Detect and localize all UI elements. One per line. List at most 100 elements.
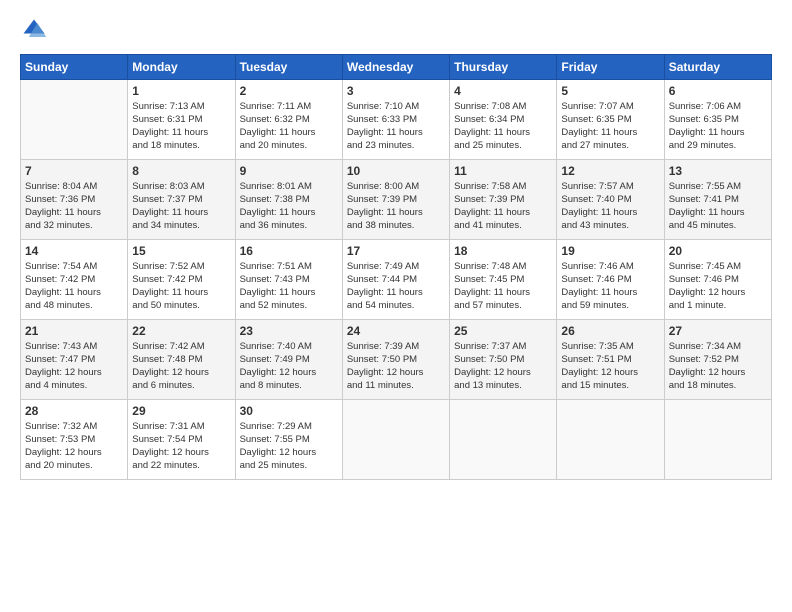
calendar-cell: 18 Sunrise: 7:48 AM Sunset: 7:45 PM Dayli… bbox=[450, 240, 557, 320]
day-info: Sunrise: 7:34 AM Sunset: 7:52 PM Dayligh… bbox=[669, 341, 767, 392]
day-number: 5 bbox=[561, 83, 659, 99]
calendar-cell: 29 Sunrise: 7:31 AM Sunset: 7:54 PM Dayli… bbox=[128, 400, 235, 480]
day-number: 19 bbox=[561, 243, 659, 259]
day-info: Sunrise: 7:37 AM Sunset: 7:50 PM Dayligh… bbox=[454, 341, 552, 392]
day-info: Sunrise: 7:43 AM Sunset: 7:47 PM Dayligh… bbox=[25, 341, 123, 392]
weekday-header: Thursday bbox=[450, 55, 557, 80]
day-info: Sunrise: 7:11 AM Sunset: 6:32 PM Dayligh… bbox=[240, 101, 338, 152]
day-number: 6 bbox=[669, 83, 767, 99]
day-number: 13 bbox=[669, 163, 767, 179]
day-number: 14 bbox=[25, 243, 123, 259]
calendar-week-row: 21 Sunrise: 7:43 AM Sunset: 7:47 PM Dayli… bbox=[21, 320, 772, 400]
calendar-cell: 11 Sunrise: 7:58 AM Sunset: 7:39 PM Dayli… bbox=[450, 160, 557, 240]
calendar-week-row: 1 Sunrise: 7:13 AM Sunset: 6:31 PM Daylig… bbox=[21, 80, 772, 160]
day-info: Sunrise: 7:13 AM Sunset: 6:31 PM Dayligh… bbox=[132, 101, 230, 152]
day-info: Sunrise: 8:03 AM Sunset: 7:37 PM Dayligh… bbox=[132, 181, 230, 232]
day-info: Sunrise: 7:45 AM Sunset: 7:46 PM Dayligh… bbox=[669, 261, 767, 312]
calendar-cell: 26 Sunrise: 7:35 AM Sunset: 7:51 PM Dayli… bbox=[557, 320, 664, 400]
calendar-cell: 3Sunrise: 7:10 AM Sunset: 6:33 PM Daylig… bbox=[342, 80, 449, 160]
day-number: 17 bbox=[347, 243, 445, 259]
calendar-cell: 27Sunrise: 7:34 AM Sunset: 7:52 PM Dayli… bbox=[664, 320, 771, 400]
weekday-header-row: SundayMondayTuesdayWednesdayThursdayFrid… bbox=[21, 55, 772, 80]
page-header bbox=[20, 16, 772, 44]
day-info: Sunrise: 7:55 AM Sunset: 7:41 PM Dayligh… bbox=[669, 181, 767, 232]
day-info: Sunrise: 8:01 AM Sunset: 7:38 PM Dayligh… bbox=[240, 181, 338, 232]
calendar-cell: 28 Sunrise: 7:32 AM Sunset: 7:53 PM Dayli… bbox=[21, 400, 128, 480]
day-number: 7 bbox=[25, 163, 123, 179]
day-info: Sunrise: 8:00 AM Sunset: 7:39 PM Dayligh… bbox=[347, 181, 445, 232]
calendar-cell: 16 Sunrise: 7:51 AM Sunset: 7:43 PM Dayli… bbox=[235, 240, 342, 320]
day-number: 18 bbox=[454, 243, 552, 259]
calendar-cell: 8 Sunrise: 8:03 AM Sunset: 7:37 PM Daylig… bbox=[128, 160, 235, 240]
calendar-cell: 23 Sunrise: 7:40 AM Sunset: 7:49 PM Dayli… bbox=[235, 320, 342, 400]
day-number: 4 bbox=[454, 83, 552, 99]
calendar-cell: 25 Sunrise: 7:37 AM Sunset: 7:50 PM Dayli… bbox=[450, 320, 557, 400]
day-number: 23 bbox=[240, 323, 338, 339]
day-info: Sunrise: 7:07 AM Sunset: 6:35 PM Dayligh… bbox=[561, 101, 659, 152]
day-number: 24 bbox=[347, 323, 445, 339]
day-number: 10 bbox=[347, 163, 445, 179]
day-info: Sunrise: 7:10 AM Sunset: 6:33 PM Dayligh… bbox=[347, 101, 445, 152]
calendar-body: 1 Sunrise: 7:13 AM Sunset: 6:31 PM Daylig… bbox=[21, 80, 772, 480]
calendar-cell: 15 Sunrise: 7:52 AM Sunset: 7:42 PM Dayli… bbox=[128, 240, 235, 320]
day-number: 8 bbox=[132, 163, 230, 179]
day-number: 16 bbox=[240, 243, 338, 259]
calendar-cell: 13 Sunrise: 7:55 AM Sunset: 7:41 PM Dayli… bbox=[664, 160, 771, 240]
calendar-cell: 6 Sunrise: 7:06 AM Sunset: 6:35 PM Daylig… bbox=[664, 80, 771, 160]
day-info: Sunrise: 7:46 AM Sunset: 7:46 PM Dayligh… bbox=[561, 261, 659, 312]
day-info: Sunrise: 7:31 AM Sunset: 7:54 PM Dayligh… bbox=[132, 421, 230, 472]
calendar-cell: 24 Sunrise: 7:39 AM Sunset: 7:50 PM Dayli… bbox=[342, 320, 449, 400]
calendar-table: SundayMondayTuesdayWednesdayThursdayFrid… bbox=[20, 54, 772, 480]
day-info: Sunrise: 8:04 AM Sunset: 7:36 PM Dayligh… bbox=[25, 181, 123, 232]
calendar-cell: 14Sunrise: 7:54 AM Sunset: 7:42 PM Dayli… bbox=[21, 240, 128, 320]
weekday-header: Tuesday bbox=[235, 55, 342, 80]
day-number: 1 bbox=[132, 83, 230, 99]
day-info: Sunrise: 7:49 AM Sunset: 7:44 PM Dayligh… bbox=[347, 261, 445, 312]
day-number: 2 bbox=[240, 83, 338, 99]
day-number: 25 bbox=[454, 323, 552, 339]
calendar-week-row: 28 Sunrise: 7:32 AM Sunset: 7:53 PM Dayli… bbox=[21, 400, 772, 480]
day-info: Sunrise: 7:48 AM Sunset: 7:45 PM Dayligh… bbox=[454, 261, 552, 312]
weekday-header: Monday bbox=[128, 55, 235, 80]
weekday-header: Saturday bbox=[664, 55, 771, 80]
calendar-cell: 7 Sunrise: 8:04 AM Sunset: 7:36 PM Daylig… bbox=[21, 160, 128, 240]
day-number: 15 bbox=[132, 243, 230, 259]
calendar-cell: 21 Sunrise: 7:43 AM Sunset: 7:47 PM Dayli… bbox=[21, 320, 128, 400]
calendar-cell bbox=[21, 80, 128, 160]
day-number: 30 bbox=[240, 403, 338, 419]
logo-icon bbox=[20, 16, 48, 44]
logo bbox=[20, 16, 52, 44]
calendar-cell bbox=[342, 400, 449, 480]
day-number: 9 bbox=[240, 163, 338, 179]
calendar-week-row: 7 Sunrise: 8:04 AM Sunset: 7:36 PM Daylig… bbox=[21, 160, 772, 240]
day-info: Sunrise: 7:32 AM Sunset: 7:53 PM Dayligh… bbox=[25, 421, 123, 472]
calendar-cell: 10 Sunrise: 8:00 AM Sunset: 7:39 PM Dayli… bbox=[342, 160, 449, 240]
calendar-cell bbox=[450, 400, 557, 480]
day-number: 11 bbox=[454, 163, 552, 179]
day-info: Sunrise: 7:35 AM Sunset: 7:51 PM Dayligh… bbox=[561, 341, 659, 392]
day-info: Sunrise: 7:52 AM Sunset: 7:42 PM Dayligh… bbox=[132, 261, 230, 312]
day-number: 28 bbox=[25, 403, 123, 419]
day-number: 21 bbox=[25, 323, 123, 339]
day-info: Sunrise: 7:06 AM Sunset: 6:35 PM Dayligh… bbox=[669, 101, 767, 152]
calendar-cell: 12 Sunrise: 7:57 AM Sunset: 7:40 PM Dayli… bbox=[557, 160, 664, 240]
calendar-cell bbox=[664, 400, 771, 480]
day-info: Sunrise: 7:08 AM Sunset: 6:34 PM Dayligh… bbox=[454, 101, 552, 152]
calendar-cell bbox=[557, 400, 664, 480]
weekday-header: Friday bbox=[557, 55, 664, 80]
day-info: Sunrise: 7:51 AM Sunset: 7:43 PM Dayligh… bbox=[240, 261, 338, 312]
day-info: Sunrise: 7:39 AM Sunset: 7:50 PM Dayligh… bbox=[347, 341, 445, 392]
calendar-cell: 19 Sunrise: 7:46 AM Sunset: 7:46 PM Dayli… bbox=[557, 240, 664, 320]
day-info: Sunrise: 7:57 AM Sunset: 7:40 PM Dayligh… bbox=[561, 181, 659, 232]
day-info: Sunrise: 7:42 AM Sunset: 7:48 PM Dayligh… bbox=[132, 341, 230, 392]
day-number: 26 bbox=[561, 323, 659, 339]
day-number: 29 bbox=[132, 403, 230, 419]
day-info: Sunrise: 7:29 AM Sunset: 7:55 PM Dayligh… bbox=[240, 421, 338, 472]
calendar-page: SundayMondayTuesdayWednesdayThursdayFrid… bbox=[0, 0, 792, 612]
calendar-cell: 20Sunrise: 7:45 AM Sunset: 7:46 PM Dayli… bbox=[664, 240, 771, 320]
day-info: Sunrise: 7:40 AM Sunset: 7:49 PM Dayligh… bbox=[240, 341, 338, 392]
day-info: Sunrise: 7:58 AM Sunset: 7:39 PM Dayligh… bbox=[454, 181, 552, 232]
calendar-cell: 5 Sunrise: 7:07 AM Sunset: 6:35 PM Daylig… bbox=[557, 80, 664, 160]
calendar-cell: 22Sunrise: 7:42 AM Sunset: 7:48 PM Dayli… bbox=[128, 320, 235, 400]
day-number: 12 bbox=[561, 163, 659, 179]
